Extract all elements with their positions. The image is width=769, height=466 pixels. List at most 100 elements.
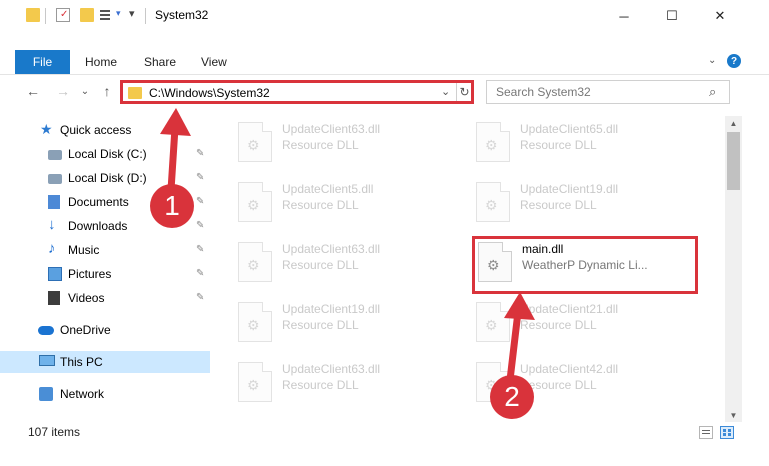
sidebar-item-label: Documents xyxy=(68,195,129,209)
file-name: UpdateClient21.dll xyxy=(520,302,619,316)
gear-icon: ⚙ xyxy=(247,317,260,333)
new-folder-icon[interactable] xyxy=(80,8,94,22)
address-path[interactable]: C:\Windows\System32 xyxy=(149,86,270,100)
pin-icon: ✎ xyxy=(196,172,205,183)
file-name: UpdateClient65.dll xyxy=(520,122,619,136)
tab-share[interactable]: Share xyxy=(144,55,176,69)
file-item[interactable]: ⚙ UpdateClient5.dll Resource DLL xyxy=(238,178,458,222)
forward-button[interactable]: → xyxy=(54,80,72,102)
sidebar-item-videos[interactable]: Videos ✎ xyxy=(0,287,210,309)
network-icon xyxy=(39,387,53,401)
folder-icon xyxy=(26,8,40,22)
file-name: UpdateClient19.dll xyxy=(282,302,381,316)
close-button[interactable]: ✕ xyxy=(697,0,743,32)
sidebar-item-local-disk-c[interactable]: Local Disk (C:) ✎ xyxy=(0,143,210,165)
item-count: 107 items xyxy=(28,425,81,439)
file-name: UpdateClient5.dll xyxy=(282,182,374,196)
sidebar-item-label: Downloads xyxy=(68,219,128,233)
sidebar-item-label: Network xyxy=(60,387,105,401)
dll-file-icon: ⚙ xyxy=(476,302,510,342)
sidebar-item-this-pc[interactable]: This PC xyxy=(0,351,210,373)
scroll-down-icon[interactable]: ▼ xyxy=(725,408,742,422)
file-item[interactable]: ⚙ UpdateClient19.dll Resource DLL xyxy=(476,178,696,222)
search-input[interactable]: Search System32 ⌕ xyxy=(486,80,730,104)
file-type: Resource DLL xyxy=(282,258,359,272)
dll-file-icon: ⚙ xyxy=(238,362,272,402)
file-name: UpdateClient63.dll xyxy=(282,242,381,256)
file-type: Resource DLL xyxy=(282,138,359,152)
gear-icon: ⚙ xyxy=(247,197,260,213)
sidebar-item-label: Videos xyxy=(68,291,105,305)
recent-locations-button[interactable]: ⌄ xyxy=(76,80,94,102)
sidebar-item-network[interactable]: Network xyxy=(0,383,210,405)
file-type: Resource DLL xyxy=(520,198,597,212)
file-item[interactable]: ⚙ UpdateClient19.dll Resource DLL xyxy=(238,298,458,342)
sidebar-item-label: OneDrive xyxy=(60,323,111,337)
sidebar-item-quick-access[interactable]: ★ Quick access xyxy=(0,119,210,141)
sidebar-item-label: Local Disk (D:) xyxy=(68,171,147,185)
step-marker-2: 2 xyxy=(490,375,534,419)
sidebar-item-label: Quick access xyxy=(60,123,132,137)
file-item[interactable]: ⚙ UpdateClient63.dll Resource DLL xyxy=(238,358,458,402)
pin-icon: ✎ xyxy=(196,292,205,303)
minimize-button[interactable]: ─ xyxy=(601,0,647,32)
dll-file-icon: ⚙ xyxy=(238,182,272,222)
dll-file-icon: ⚙ xyxy=(476,182,510,222)
search-icon[interactable]: ⌕ xyxy=(709,84,716,100)
search-placeholder: Search System32 xyxy=(496,85,591,99)
scrollbar-thumb[interactable] xyxy=(727,132,740,190)
tab-file[interactable]: File xyxy=(15,50,70,74)
expand-ribbon-icon[interactable]: ⌄ xyxy=(708,55,716,66)
up-button[interactable]: ↑ xyxy=(98,80,116,102)
sidebar-item-label: This PC xyxy=(60,355,103,369)
scroll-up-icon[interactable]: ▲ xyxy=(725,116,742,130)
address-dropdown-icon[interactable]: ⌄ xyxy=(441,85,450,98)
file-type: Resource DLL xyxy=(520,318,597,332)
pictures-icon xyxy=(48,267,62,281)
documents-icon xyxy=(48,195,60,209)
properties-icon[interactable]: ✓ xyxy=(56,8,70,22)
help-icon[interactable]: ? xyxy=(727,54,741,68)
quick-access-toolbar-dropdown-icon[interactable]: ▾ xyxy=(129,7,135,20)
file-type: Resource DLL xyxy=(282,378,359,392)
file-type: Resource DLL xyxy=(282,198,359,212)
file-item[interactable]: ⚙ UpdateClient63.dll Resource DLL xyxy=(238,118,458,162)
tab-view[interactable]: View xyxy=(201,55,227,69)
main-dll-highlight xyxy=(472,236,698,294)
status-bar: 107 items xyxy=(0,422,769,442)
dll-file-icon: ⚙ xyxy=(238,242,272,282)
dll-file-icon: ⚙ xyxy=(238,122,272,162)
drive-icon xyxy=(48,150,62,160)
drive-icon xyxy=(48,174,62,184)
customize-toolbar-icon[interactable] xyxy=(100,8,114,22)
file-item[interactable]: ⚙ UpdateClient65.dll Resource DLL xyxy=(476,118,696,162)
star-icon: ★ xyxy=(40,121,53,137)
gear-icon: ⚙ xyxy=(247,137,260,153)
vertical-scrollbar[interactable]: ▲ ▼ xyxy=(725,116,742,422)
address-bar[interactable]: C:\Windows\System32 ⌄ ↻ xyxy=(120,80,474,104)
pin-icon: ✎ xyxy=(196,244,205,255)
videos-icon xyxy=(48,291,60,305)
file-type: Resource DLL xyxy=(520,138,597,152)
pin-icon: ✎ xyxy=(196,196,205,207)
file-item[interactable]: ⚙ UpdateClient21.dll Resource DLL xyxy=(476,298,696,342)
details-view-icon[interactable] xyxy=(699,426,713,439)
tab-home[interactable]: Home xyxy=(85,55,117,69)
file-name: UpdateClient42.dll xyxy=(520,362,619,376)
sidebar-item-label: Music xyxy=(68,243,100,257)
large-icons-view-icon[interactable] xyxy=(720,426,734,439)
sidebar-item-pictures[interactable]: Pictures ✎ xyxy=(0,263,210,285)
sidebar-item-onedrive[interactable]: OneDrive xyxy=(0,319,210,341)
back-button[interactable]: ← xyxy=(24,80,42,102)
maximize-button[interactable]: ☐ xyxy=(649,0,695,32)
chevron-down-icon[interactable]: ▾ xyxy=(116,8,121,19)
file-name: UpdateClient63.dll xyxy=(282,362,381,376)
pin-icon: ✎ xyxy=(196,220,205,231)
downloads-icon: ↓ xyxy=(48,216,56,233)
refresh-button[interactable]: ↻ xyxy=(456,83,472,101)
file-item[interactable]: ⚙ UpdateClient63.dll Resource DLL xyxy=(238,238,458,282)
sidebar-item-label: Pictures xyxy=(68,267,112,281)
gear-icon: ⚙ xyxy=(485,197,498,213)
sidebar-item-music[interactable]: ♪ Music ✎ xyxy=(0,239,210,261)
folder-icon xyxy=(128,87,142,99)
